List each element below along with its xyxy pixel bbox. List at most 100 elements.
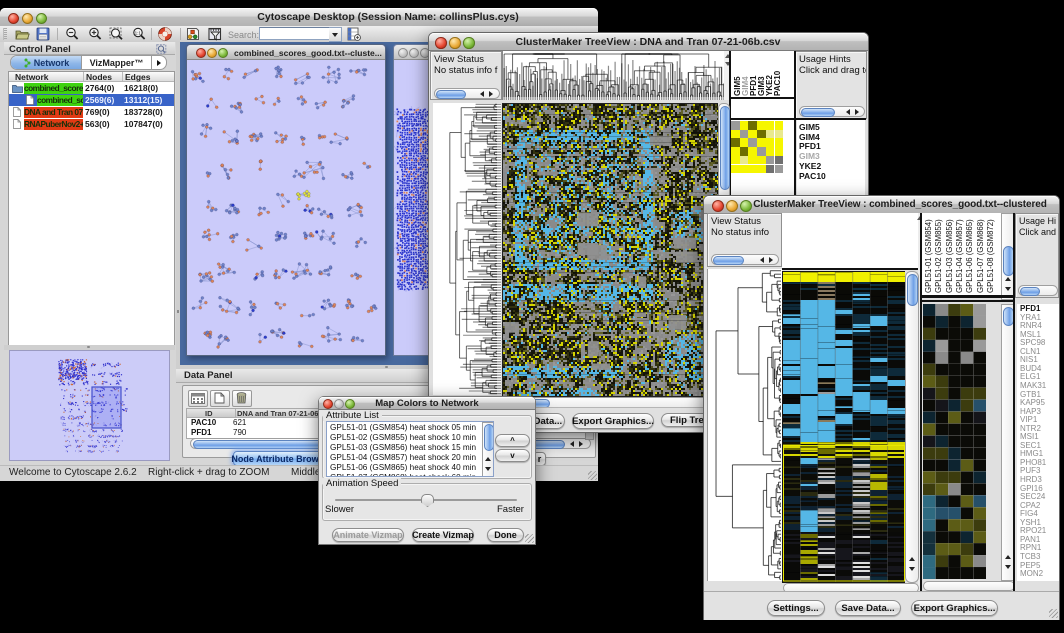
tv1-row-label[interactable]: GIM4 xyxy=(799,132,820,142)
animate-vizmap-button[interactable]: Animate Vizmap xyxy=(332,528,404,542)
tab-network[interactable]: Network xyxy=(11,56,82,69)
tv1-row-label[interactable]: GIM5 xyxy=(799,122,820,132)
help-ring-icon[interactable] xyxy=(157,26,173,42)
network-frame-focused[interactable]: combined_scores_good.txt--cluste... xyxy=(186,44,386,356)
main-resize-grip[interactable] xyxy=(588,471,597,480)
select-attributes-button[interactable] xyxy=(188,390,208,407)
zoom-fit-icon[interactable] xyxy=(109,27,126,41)
tv2-usage-scrollbar-thumb[interactable] xyxy=(1020,287,1040,296)
scroll-up-icon[interactable] xyxy=(1005,277,1011,281)
float-panel-icon[interactable] xyxy=(156,44,167,54)
tv1-heatmap-vscrollbar-thumb[interactable] xyxy=(720,106,730,190)
move-up-button[interactable]: ^ xyxy=(495,434,530,447)
dialog-resize-grip[interactable] xyxy=(525,534,534,543)
network-list-row[interactable]: combined_scores_2764(0)16218(0) xyxy=(9,82,174,94)
zoom-icon[interactable] xyxy=(345,399,355,409)
tv2-status-scrollbar[interactable] xyxy=(711,254,779,265)
tv2-col-label[interactable]: GPL51-06 (GSM865) xyxy=(965,219,974,293)
tv1-row-label[interactable]: PFD1 xyxy=(799,141,821,151)
tv2-col-label[interactable]: GPL51-04 (GSM857) xyxy=(955,219,964,293)
vizmapper-node-icon[interactable] xyxy=(186,27,200,41)
inactive-minimize-icon[interactable] xyxy=(409,48,419,58)
frame-minimize-icon[interactable] xyxy=(207,48,217,58)
create-vizmap-button[interactable]: Create Vizmap xyxy=(412,528,474,542)
tv1-row-label[interactable]: YKE2 xyxy=(799,161,821,171)
attr-col-id[interactable]: ID xyxy=(205,409,213,418)
main-titlebar[interactable]: Cytoscape Desktop (Session Name: collins… xyxy=(0,8,598,27)
scroll-down-icon[interactable] xyxy=(1005,565,1011,569)
network-list-row[interactable]: DNA and Tran 07769(0)183728(0) xyxy=(9,106,174,118)
col-header-nodes[interactable]: Nodes xyxy=(86,72,112,82)
tv1-status-scrollbar-thumb[interactable] xyxy=(436,90,466,99)
treeview1-titlebar[interactable]: ClusterMaker TreeView : DNA and Tran 07-… xyxy=(429,33,868,51)
dialog-titlebar[interactable]: Map Colors to Network xyxy=(319,397,535,410)
attr-col-dna[interactable]: DNA and Tran 07-21-06 xyxy=(237,409,318,418)
tv2-usage-scrollbar[interactable] xyxy=(1018,285,1058,296)
close-icon[interactable] xyxy=(712,200,724,212)
tv2-heatmap[interactable] xyxy=(782,271,905,583)
open-file-icon[interactable] xyxy=(15,27,30,41)
tv1-status-scrollbar[interactable] xyxy=(434,88,500,99)
zoom-icon[interactable] xyxy=(36,13,47,24)
scroll-right-icon[interactable] xyxy=(769,257,773,263)
tv2-col-label[interactable]: GPL51-02 (GSM855) xyxy=(934,219,943,293)
tv2-zoom-hscrollbar[interactable] xyxy=(923,581,1015,591)
attribute-list-item[interactable]: GPL51-03 (GSM856) heat shock 15 min xyxy=(327,442,493,452)
network-frame-titlebar[interactable]: combined_scores_good.txt--cluste... xyxy=(187,45,385,60)
tv1-zoom-matrix[interactable] xyxy=(731,121,783,173)
scroll-down-icon[interactable] xyxy=(909,567,915,571)
tv2-col-label[interactable]: GPL51-03 (GSM856) xyxy=(945,219,954,293)
tv1-col-label[interactable]: PAC10 xyxy=(773,71,782,96)
tv1-row-label[interactable]: GIM3 xyxy=(799,151,820,161)
save-session-icon[interactable] xyxy=(36,27,50,41)
scroll-left-icon[interactable] xyxy=(480,91,484,97)
tv2-col-label[interactable]: GPL51-01 (GSM854) xyxy=(924,219,933,293)
tv1-usage-scrollbar[interactable] xyxy=(799,106,865,117)
tv2-row-label[interactable]: MON2 xyxy=(1020,570,1043,579)
scroll-up-icon[interactable] xyxy=(1005,555,1011,559)
toolbar-handle[interactable] xyxy=(3,28,7,40)
attribute-list-item[interactable]: GPL51-02 (GSM855) heat shock 10 min xyxy=(327,432,493,442)
import-table-icon[interactable] xyxy=(347,27,361,41)
treeview2-titlebar[interactable]: ClusterMaker TreeView : combined_scores_… xyxy=(704,196,1059,214)
close-icon[interactable] xyxy=(8,13,19,24)
network-overview[interactable] xyxy=(9,350,170,461)
tv2-col-label[interactable]: GPL51-08 (GSM872) xyxy=(986,219,995,293)
tv2-status-scrollbar-thumb[interactable] xyxy=(713,256,744,265)
attribute-list-item[interactable]: GPL51-06 (GSM865) heat shock 40 min xyxy=(327,462,493,472)
tv2-settings-button[interactable]: Settings... xyxy=(767,600,825,616)
scroll-left-icon[interactable] xyxy=(760,257,764,263)
zoom-out-icon[interactable] xyxy=(64,27,80,41)
network-list-row[interactable]: RNAPuberNov2+563(0)107847(0) xyxy=(9,118,174,130)
minimize-icon[interactable] xyxy=(22,13,33,24)
tv2-col-label[interactable]: GPL51-07 (GSM868) xyxy=(976,219,985,293)
inactive-close-icon[interactable] xyxy=(398,48,408,58)
scroll-right-icon[interactable] xyxy=(579,441,583,447)
tv1-export-graphics-button[interactable]: Export Graphics... xyxy=(572,413,654,429)
zoom-icon[interactable] xyxy=(740,200,752,212)
move-down-button[interactable]: v xyxy=(495,449,530,462)
tab-overflow-button[interactable] xyxy=(151,56,167,69)
tv1-column-dendrogram[interactable] xyxy=(502,51,725,100)
col-header-edges[interactable]: Edges xyxy=(125,72,151,82)
node-attribute-browser-tab[interactable]: Node Attribute Brows xyxy=(233,451,322,466)
col-header-network[interactable]: Network xyxy=(15,72,49,82)
scroll-up-icon[interactable] xyxy=(909,557,915,561)
tv1-row-label[interactable]: PAC10 xyxy=(799,171,826,181)
done-button[interactable]: Done xyxy=(487,528,524,542)
tv1-usage-scrollbar-thumb[interactable] xyxy=(801,108,835,117)
attribute-listbox[interactable]: GPL51-01 (GSM854) heat shock 05 minGPL51… xyxy=(326,421,494,477)
scroll-down-icon[interactable] xyxy=(485,467,491,471)
scroll-up-icon[interactable] xyxy=(485,457,491,461)
tv2-heatmap-vscrollbar[interactable] xyxy=(905,271,919,583)
create-attribute-button[interactable] xyxy=(210,390,230,407)
search-dropdown-button[interactable] xyxy=(329,27,342,42)
attribute-list-scrollbar[interactable] xyxy=(482,422,494,477)
tv1-heatmap[interactable] xyxy=(502,103,718,397)
delete-attribute-button[interactable] xyxy=(232,390,252,407)
close-icon[interactable] xyxy=(435,37,447,49)
annotation-icon[interactable] xyxy=(208,27,223,41)
tv2-heatmap-vscrollbar-thumb[interactable] xyxy=(907,274,918,306)
minimize-icon[interactable] xyxy=(726,200,738,212)
close-icon[interactable] xyxy=(323,399,333,409)
